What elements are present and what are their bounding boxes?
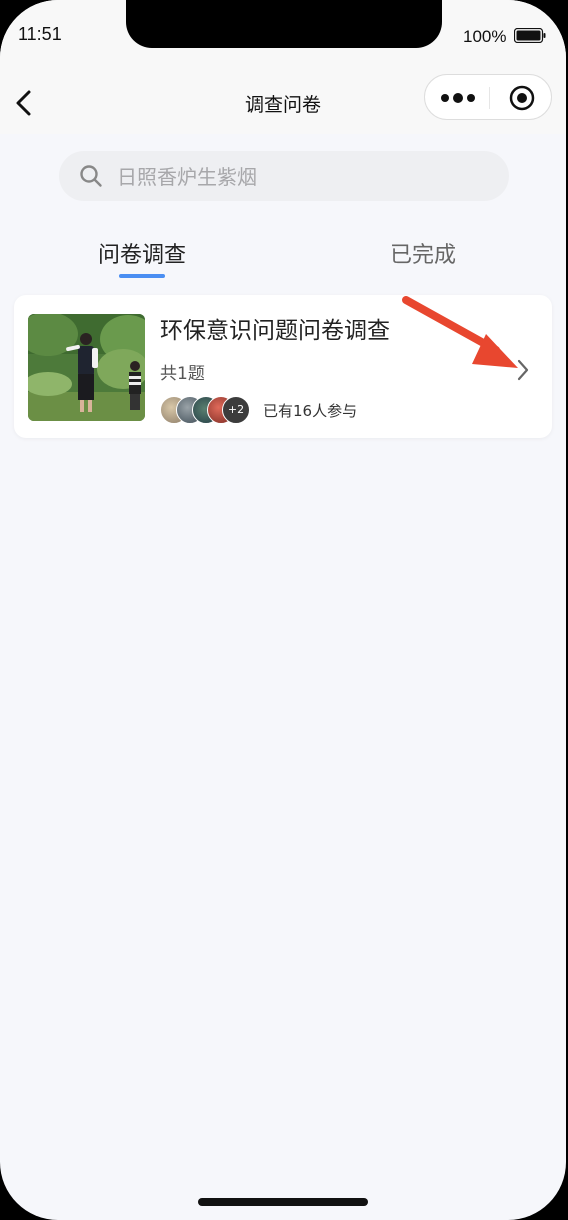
active-tab-indicator [119,274,165,278]
avatar-more-badge: +2 [222,396,250,424]
battery-percentage: 100% [463,27,507,46]
survey-thumbnail-image [28,314,145,421]
mini-program-capsule [424,74,552,120]
tab-completed[interactable]: 已完成 [390,237,456,269]
question-count: 共1题 [160,364,205,384]
phone-screen: 11:51 100% 调查问卷 日照香炉生紫烟 问卷调查 已完成 环保意识问题问… [0,0,566,1220]
home-indicator [198,1198,368,1206]
participant-avatars: +2 [160,396,260,424]
navigation-bar: 调查问卷 [0,70,566,134]
red-annotation-arrow-icon [402,296,518,368]
survey-title: 环保意识问题问卷调查 [160,318,390,344]
close-target-icon[interactable] [509,85,535,111]
battery-icon [514,28,546,43]
capsule-divider [489,87,490,109]
search-input[interactable] [115,151,499,203]
more-dots-icon[interactable] [439,89,481,107]
notch [126,0,442,48]
tab-survey[interactable]: 问卷调查 [98,237,186,269]
status-time: 11:51 [18,24,62,44]
search-icon [80,165,102,187]
participant-count: 已有16人参与 [263,402,358,420]
status-bar: 11:51 100% [0,0,566,70]
search-bar[interactable] [59,151,509,203]
